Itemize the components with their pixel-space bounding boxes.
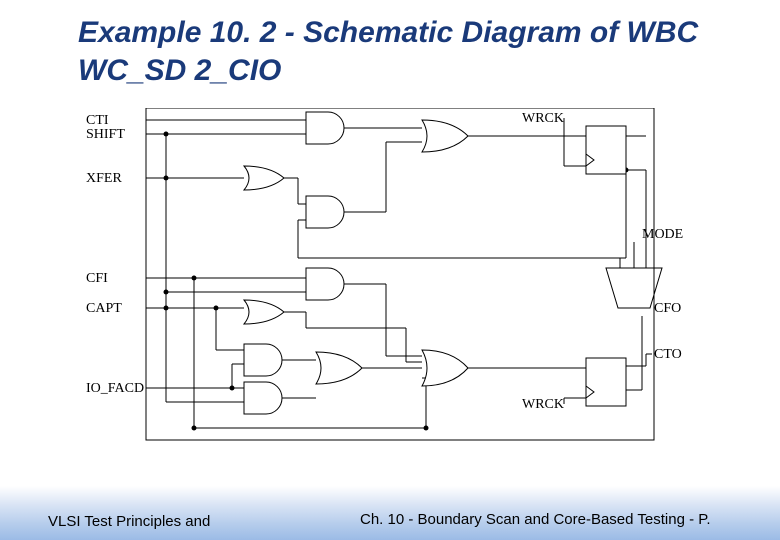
footer-left: VLSI Test Principles and (48, 513, 210, 530)
label-cto: CTO (654, 347, 682, 362)
schematic-diagram: CTI SHIFT XFER CFI CAPT IO_FACD WRCK WRC… (86, 108, 686, 468)
flipflop-d2 (586, 358, 626, 406)
and-gate-mid (306, 196, 344, 228)
slide-title: Example 10. 2 - Schematic Diagram of WBC… (78, 14, 718, 89)
label-cfi: CFI (86, 271, 108, 286)
label-mode: MODE (642, 227, 683, 242)
or-gate-d1-in (422, 120, 468, 152)
footer-right: Ch. 10 - Boundary Scan and Core-Based Te… (360, 511, 720, 530)
label-shift: SHIFT (86, 127, 125, 142)
label-capt: CAPT (86, 301, 122, 316)
label-cfo: CFO (654, 301, 681, 316)
label-wrck-bottom: WRCK (522, 397, 564, 412)
and-gate-top (306, 112, 344, 144)
and-gate-capt-io (244, 344, 282, 376)
or-gate-low-a (316, 352, 362, 384)
label-xfer: XFER (86, 171, 122, 186)
label-cti: CTI (86, 113, 109, 128)
label-wrck-top: WRCK (522, 111, 564, 126)
or-gate-capt (244, 300, 284, 324)
label-io-facd: IO_FACD (86, 381, 144, 396)
and-gate-io-shift (244, 382, 282, 414)
or-gate-d2-in (422, 350, 468, 386)
and-gate-cfi (306, 268, 344, 300)
flipflop-d1 (586, 126, 626, 174)
or-gate-xfer (244, 166, 284, 190)
